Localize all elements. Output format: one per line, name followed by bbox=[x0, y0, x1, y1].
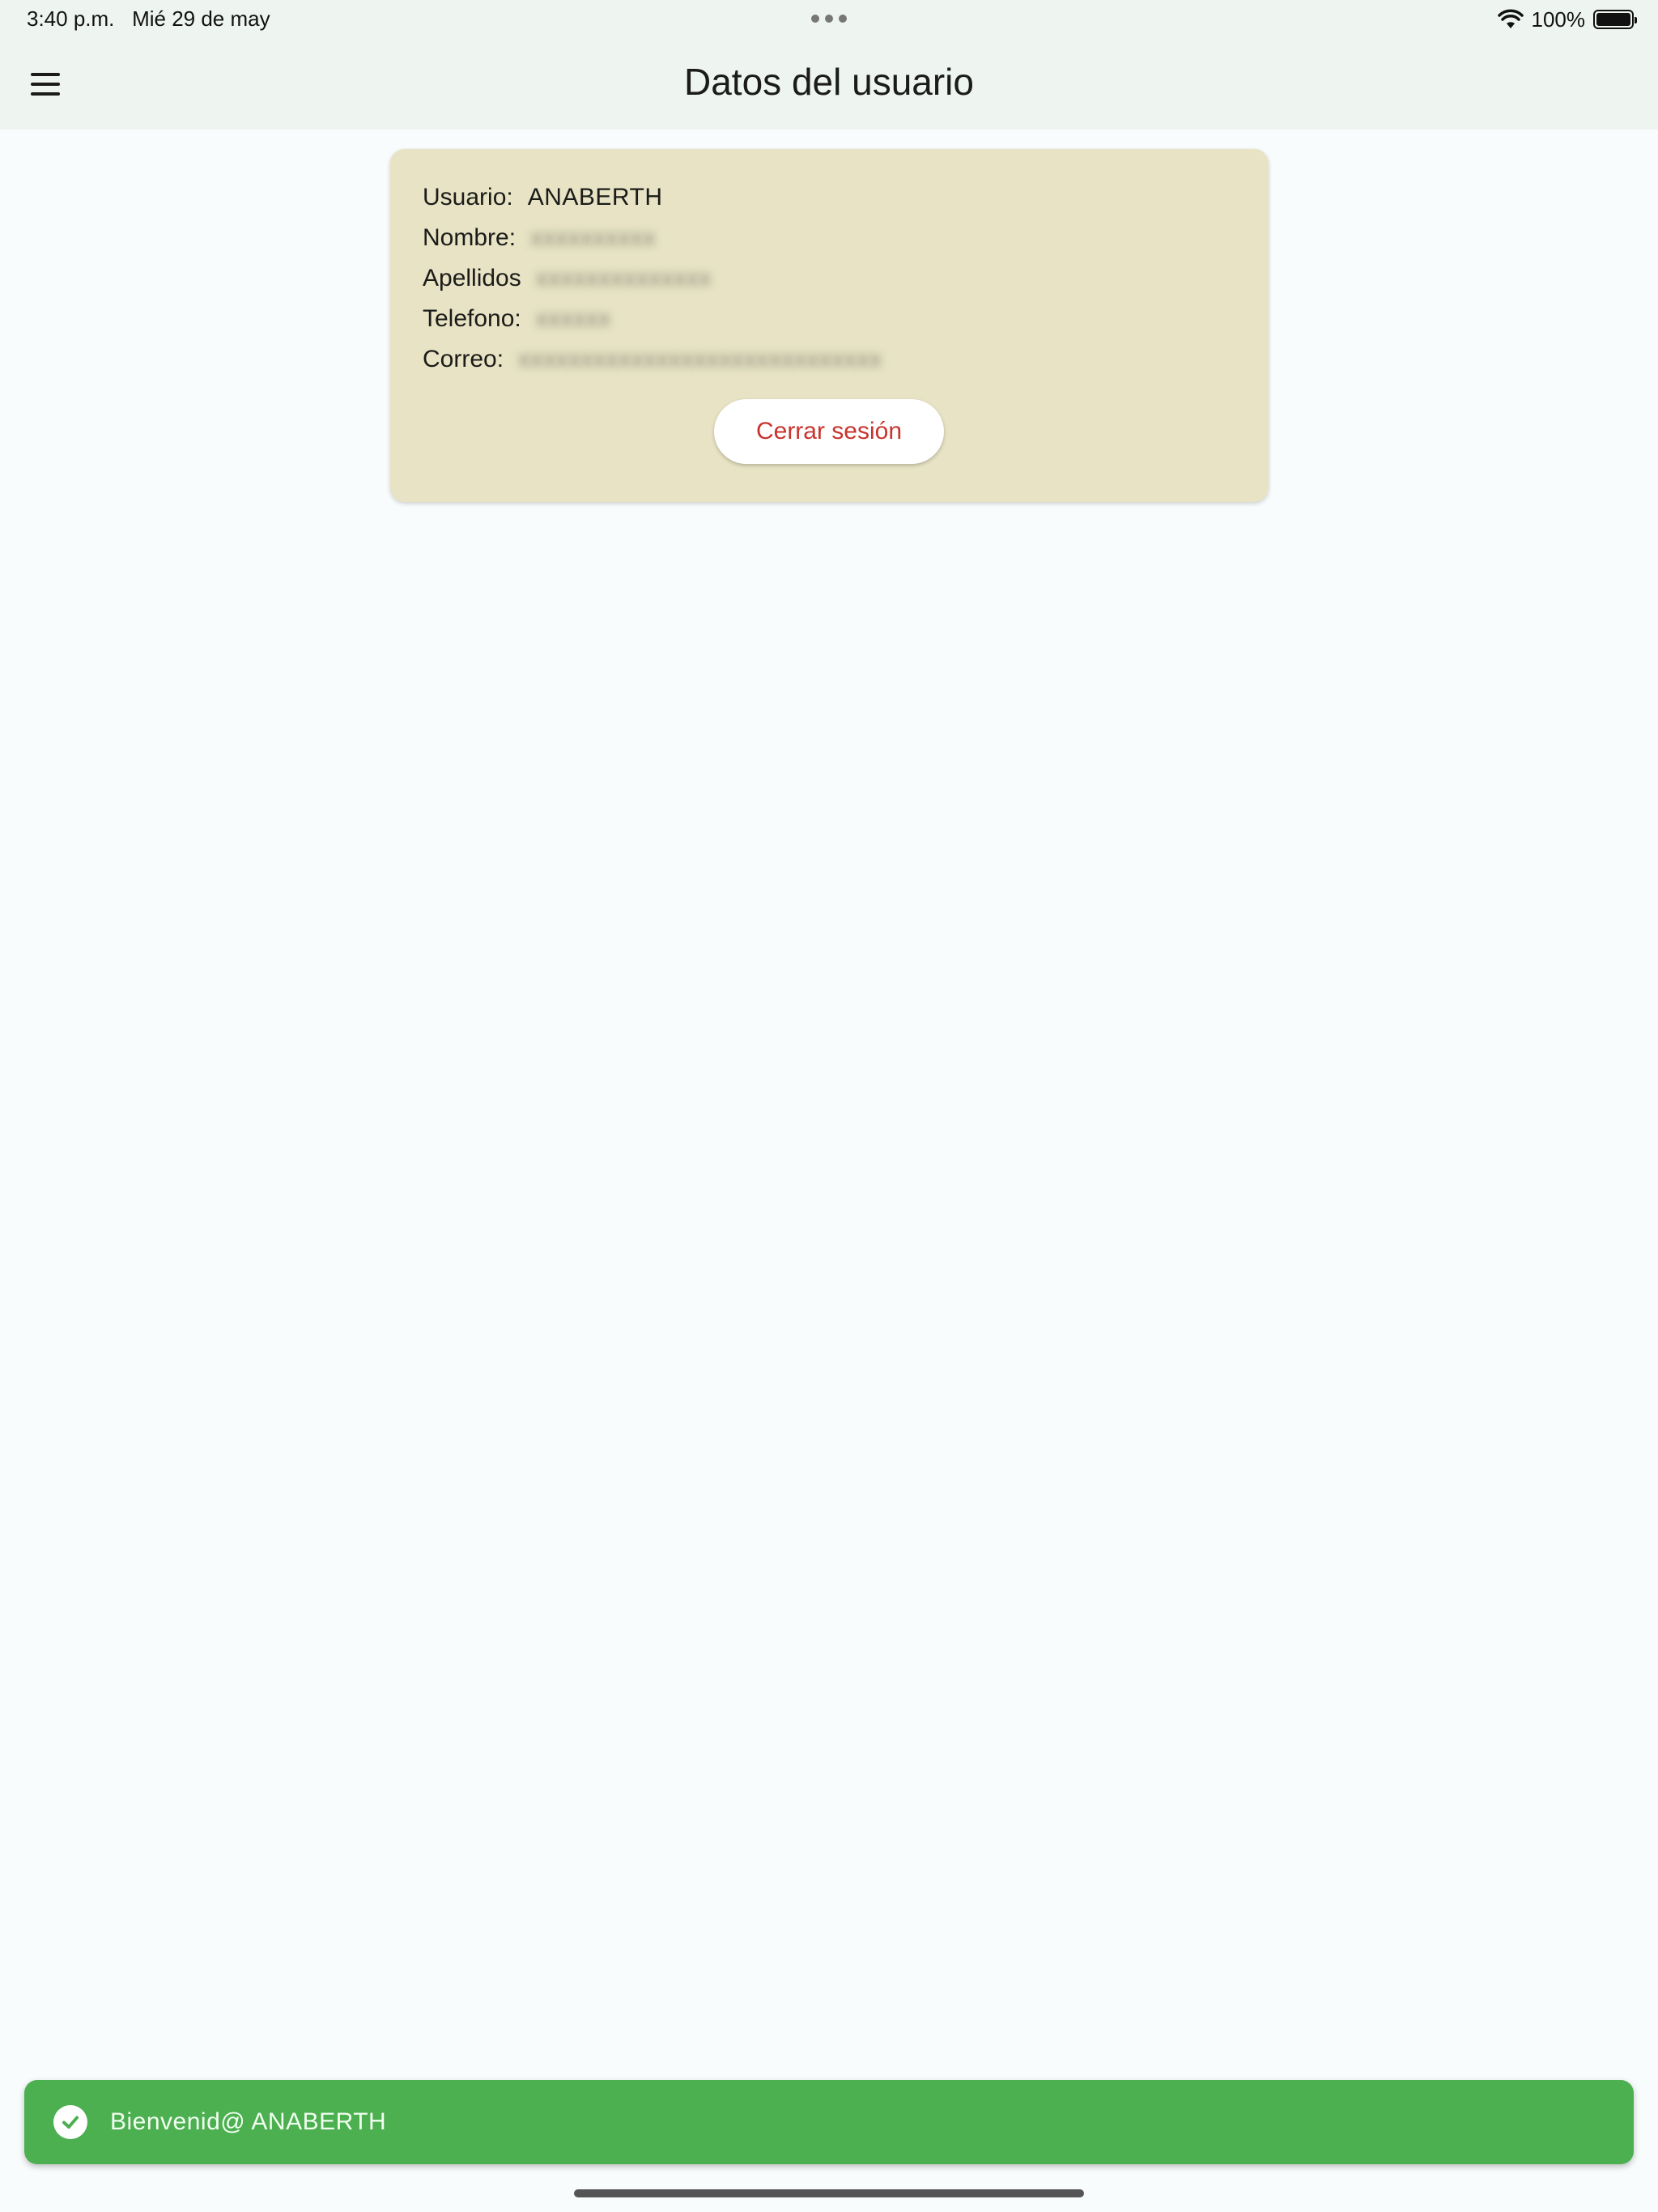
logout-button[interactable]: Cerrar sesión bbox=[714, 399, 944, 464]
status-time: 3:40 p.m. Mié 29 de may bbox=[27, 6, 270, 32]
user-value: ANABERTH bbox=[527, 184, 663, 211]
battery-icon bbox=[1593, 10, 1637, 29]
status-clock: 3:40 p.m. bbox=[27, 6, 115, 31]
email-value-redacted: xxxxxxxxxxxxxxxxxxxxxxxxxxxxx bbox=[518, 346, 882, 372]
user-row-apellidos: Apellidos xxxxxxxxxxxxxx bbox=[423, 262, 712, 295]
user-label: Usuario: bbox=[423, 184, 513, 211]
page-title: Datos del usuario bbox=[684, 61, 974, 103]
multitasking-dots-icon[interactable] bbox=[811, 15, 847, 23]
surname-value-redacted: xxxxxxxxxxxxxx bbox=[535, 265, 712, 291]
user-data-card: Usuario: ANABERTH Nombre: xxxxxxxxxx Ape… bbox=[390, 149, 1269, 502]
status-indicators: 100% bbox=[1497, 5, 1637, 34]
welcome-snackbar: Bienvenid@ ANABERTH bbox=[24, 2080, 1634, 2164]
user-row-correo: Correo: xxxxxxxxxxxxxxxxxxxxxxxxxxxxx bbox=[423, 343, 882, 376]
user-row-telefono: Telefono: xxxxxx bbox=[423, 303, 611, 335]
wifi-icon bbox=[1497, 9, 1524, 28]
name-label: Nombre: bbox=[423, 224, 517, 251]
battery-percentage: 100% bbox=[1531, 6, 1586, 32]
surname-label: Apellidos bbox=[423, 265, 521, 291]
phone-label: Telefono: bbox=[423, 305, 521, 332]
app-bar: Datos del usuario bbox=[0, 39, 1658, 130]
check-circle-icon bbox=[53, 2105, 87, 2139]
status-bar: 3:40 p.m. Mié 29 de may 100% bbox=[0, 0, 1658, 39]
name-value-redacted: xxxxxxxxxx bbox=[530, 224, 657, 251]
email-label: Correo: bbox=[423, 346, 504, 372]
user-row-usuario: Usuario: ANABERTH bbox=[423, 181, 663, 214]
snackbar-message: Bienvenid@ ANABERTH bbox=[110, 2108, 387, 2135]
home-indicator[interactable] bbox=[574, 2189, 1084, 2197]
phone-value-redacted: xxxxxx bbox=[535, 305, 611, 332]
user-row-nombre: Nombre: xxxxxxxxxx bbox=[423, 222, 656, 254]
status-date: Mié 29 de may bbox=[132, 6, 270, 31]
